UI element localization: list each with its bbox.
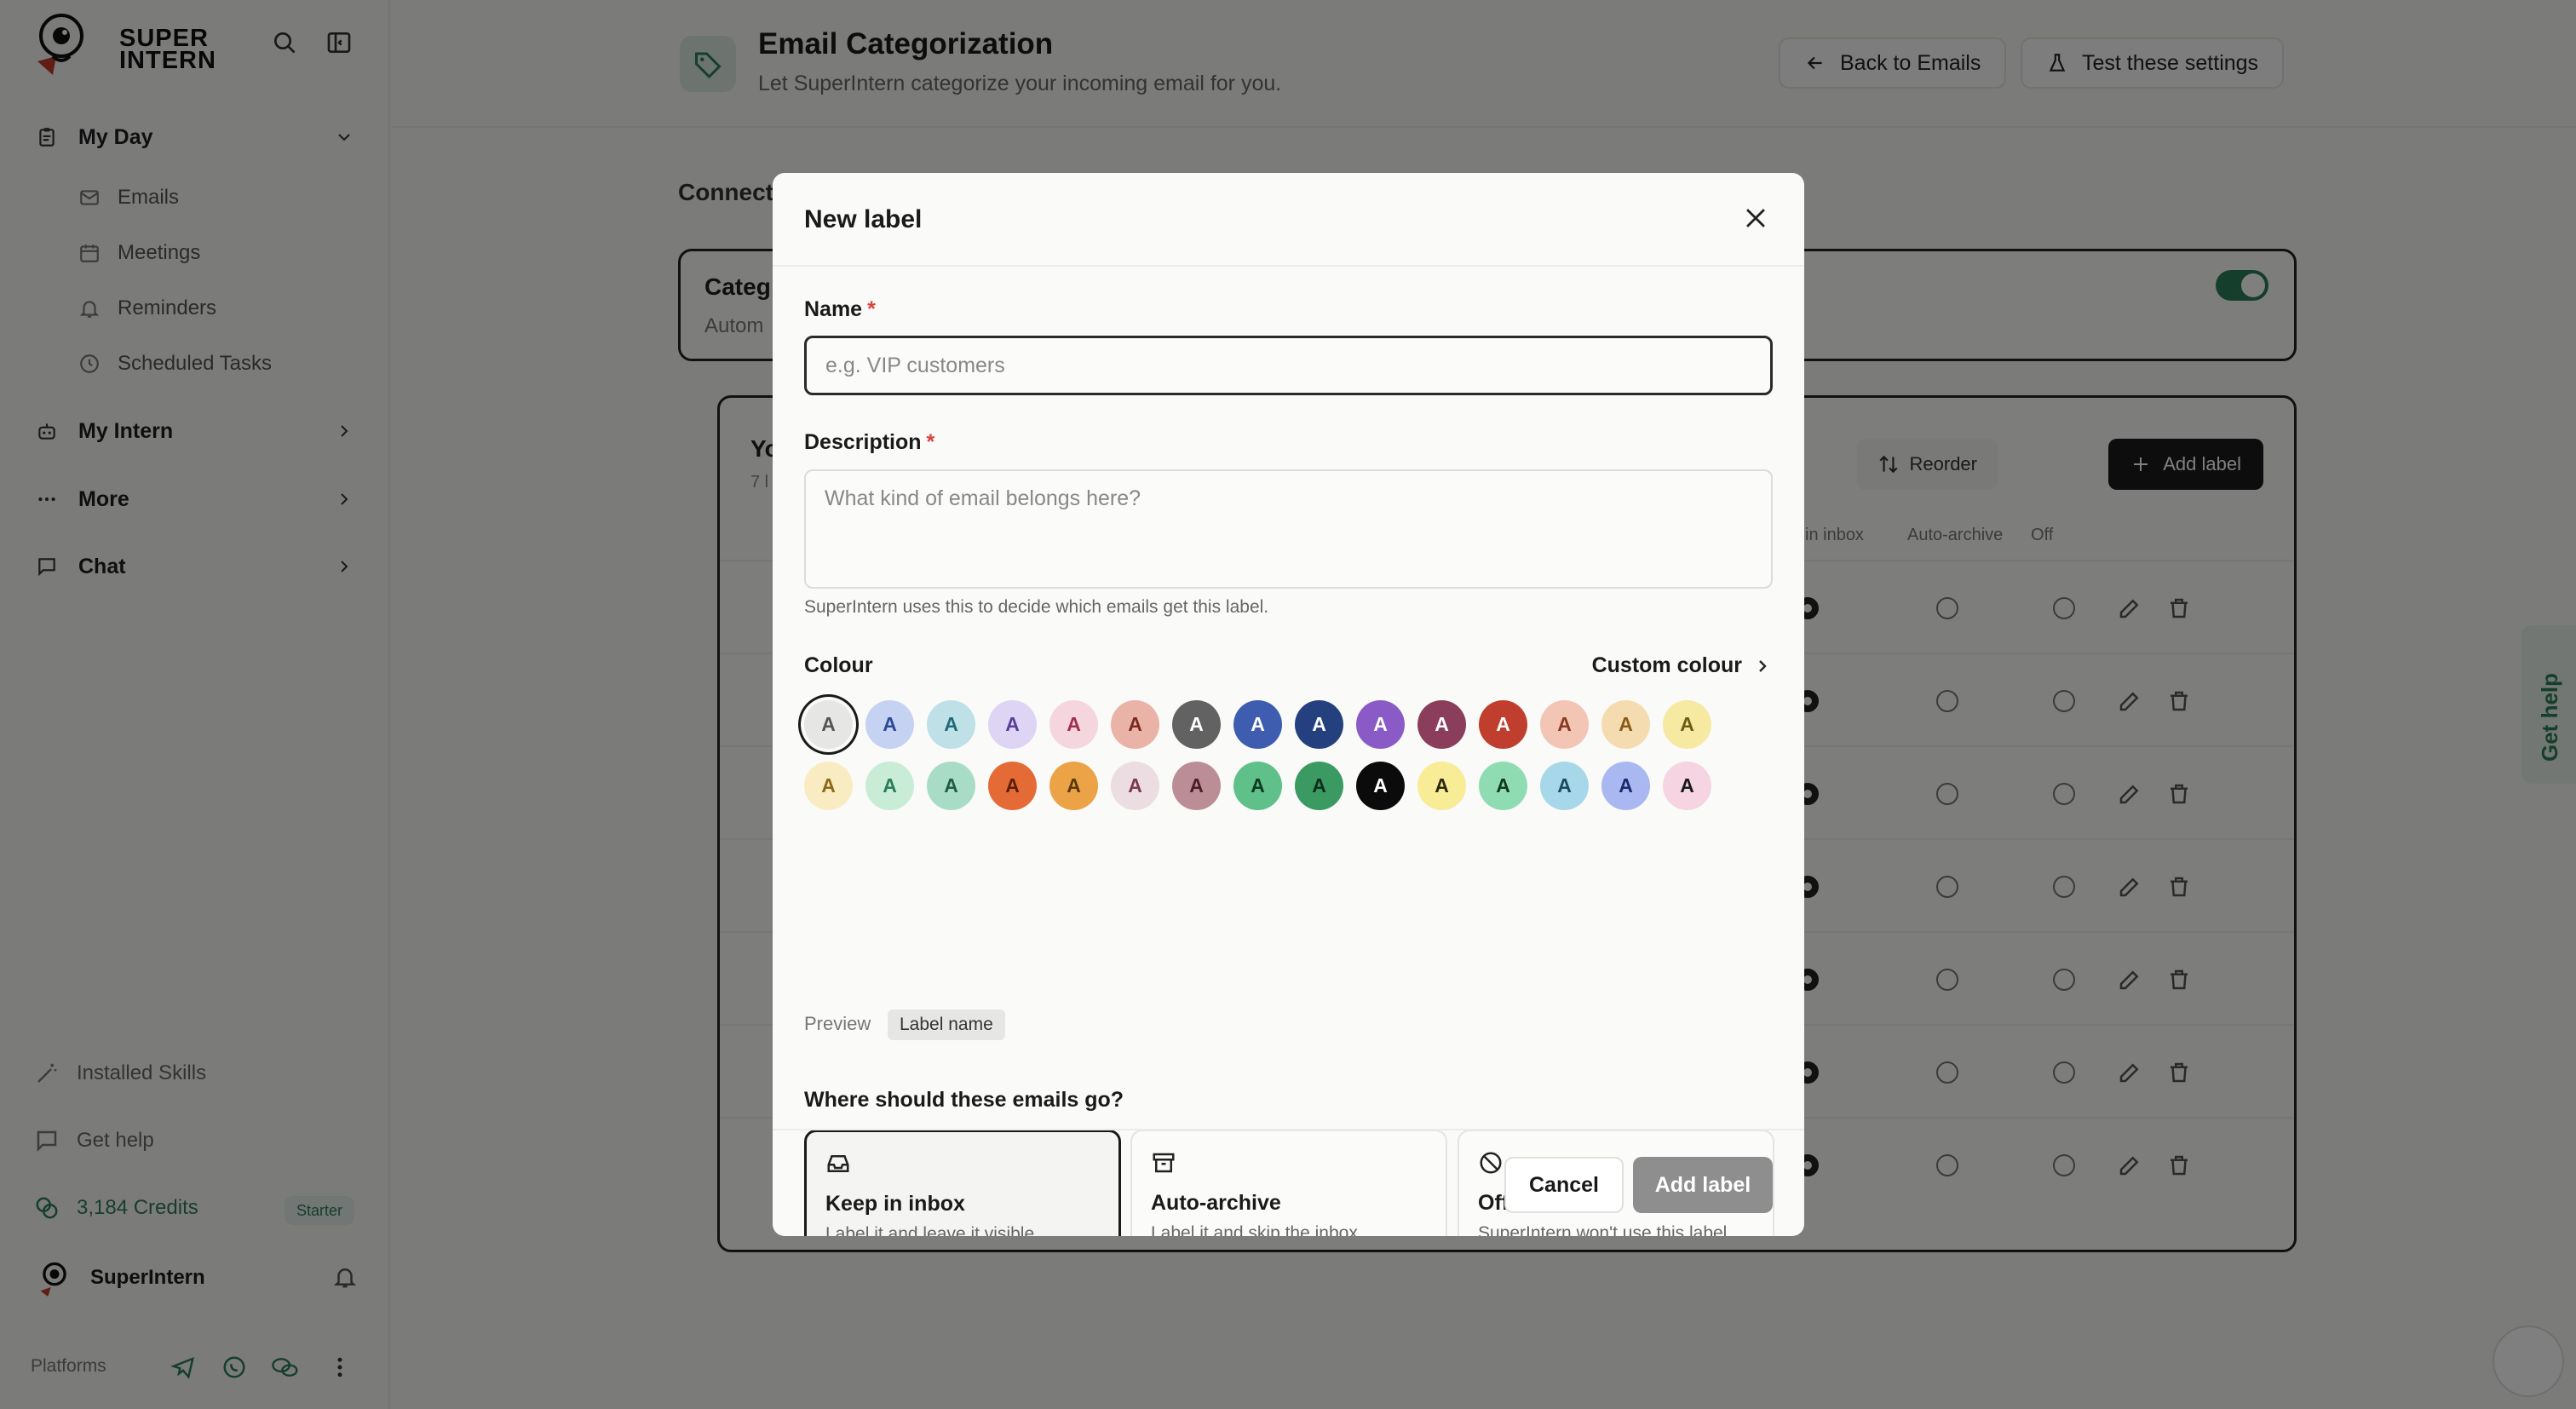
colour-swatch[interactable]: A — [1417, 700, 1466, 749]
cancel-button[interactable]: Cancel — [1504, 1157, 1624, 1213]
colour-swatch[interactable]: A — [1049, 700, 1098, 749]
colour-swatch[interactable]: A — [1111, 762, 1159, 810]
dialog-title: New label — [804, 205, 923, 233]
required-marker: * — [926, 430, 935, 454]
colour-swatch[interactable]: A — [988, 700, 1037, 749]
colour-swatch[interactable]: A — [1540, 700, 1589, 749]
preview-chip: Label name — [888, 1009, 1005, 1040]
option-auto-archive[interactable]: Auto-archive Label it and skip the inbox… — [1130, 1130, 1447, 1236]
name-field-label: Name * — [804, 297, 876, 322]
colour-swatch[interactable]: A — [804, 762, 853, 810]
description-hint: SuperIntern uses this to decide which em… — [804, 597, 1269, 617]
preview-label: Preview — [804, 1013, 871, 1034]
archive-icon — [1153, 1153, 1175, 1173]
colour-swatch[interactable]: A — [1356, 700, 1405, 749]
dialog-footer-divider — [773, 1129, 1804, 1130]
name-input[interactable] — [804, 336, 1773, 395]
colour-swatch[interactable]: A — [988, 762, 1037, 810]
description-field-label: Description * — [804, 430, 934, 455]
option-keep-in-inbox[interactable]: Keep in inbox Label it and leave it visi… — [804, 1130, 1121, 1236]
close-icon — [1746, 209, 1765, 227]
submit-add-label-button[interactable]: Add label — [1633, 1157, 1773, 1213]
colour-swatch[interactable]: A — [1295, 700, 1343, 749]
close-button[interactable] — [1733, 195, 1779, 241]
description-input[interactable] — [804, 469, 1773, 589]
colour-swatch[interactable]: A — [1233, 762, 1282, 810]
colour-swatch[interactable]: A — [1295, 762, 1343, 810]
dialog-header: New label — [773, 173, 1804, 267]
colour-swatch[interactable]: A — [1356, 762, 1405, 810]
required-marker: * — [867, 297, 876, 321]
chevron-right-icon — [1759, 659, 1767, 672]
colour-swatch[interactable]: A — [1540, 762, 1589, 810]
colour-swatch[interactable]: A — [1172, 700, 1221, 749]
new-label-dialog: New label Name* Description* SuperIntern… — [773, 173, 1804, 1236]
description-label-text: Description — [804, 430, 922, 454]
custom-colour-label: Custom colour — [1591, 653, 1742, 677]
colour-swatch[interactable]: A — [1417, 762, 1466, 810]
name-label-text: Name — [804, 297, 863, 321]
colour-swatch[interactable]: A — [1049, 762, 1098, 810]
colour-swatch[interactable]: A — [927, 762, 975, 810]
colour-swatch[interactable]: A — [1479, 700, 1527, 749]
option-title: Auto-archive — [1151, 1191, 1281, 1215]
option-description: Label it and leave it visible. — [825, 1224, 1039, 1236]
option-description: Label it and skip the inbox. — [1151, 1223, 1363, 1236]
colour-swatch[interactable]: A — [1172, 762, 1221, 810]
option-description: SuperIntern won't use this label. — [1478, 1223, 1733, 1236]
colour-swatch[interactable]: A — [865, 762, 914, 810]
colour-swatch[interactable]: A — [865, 700, 914, 749]
ban-icon — [1480, 1152, 1502, 1174]
colour-swatch[interactable]: A — [1479, 762, 1527, 810]
colour-swatch[interactable]: A — [1663, 762, 1711, 810]
app-root: SUPER INTERN My Day Emails Meetings Remi… — [0, 0, 2576, 1409]
colour-swatch[interactable]: A — [927, 700, 975, 749]
colour-swatch[interactable]: A — [1601, 762, 1650, 810]
option-title: Keep in inbox — [825, 1192, 965, 1216]
colour-label: Colour — [804, 653, 873, 677]
colour-swatch[interactable]: A — [1601, 700, 1650, 749]
colour-swatch[interactable]: A — [1233, 700, 1282, 749]
colour-swatch[interactable]: A — [804, 700, 853, 749]
inbox-icon — [827, 1155, 849, 1172]
colour-swatch[interactable]: A — [1663, 700, 1711, 749]
custom-colour-button[interactable]: Custom colour — [1592, 653, 1773, 678]
destination-question: Where should these emails go? — [804, 1088, 1124, 1112]
colour-swatch[interactable]: A — [1111, 700, 1159, 749]
